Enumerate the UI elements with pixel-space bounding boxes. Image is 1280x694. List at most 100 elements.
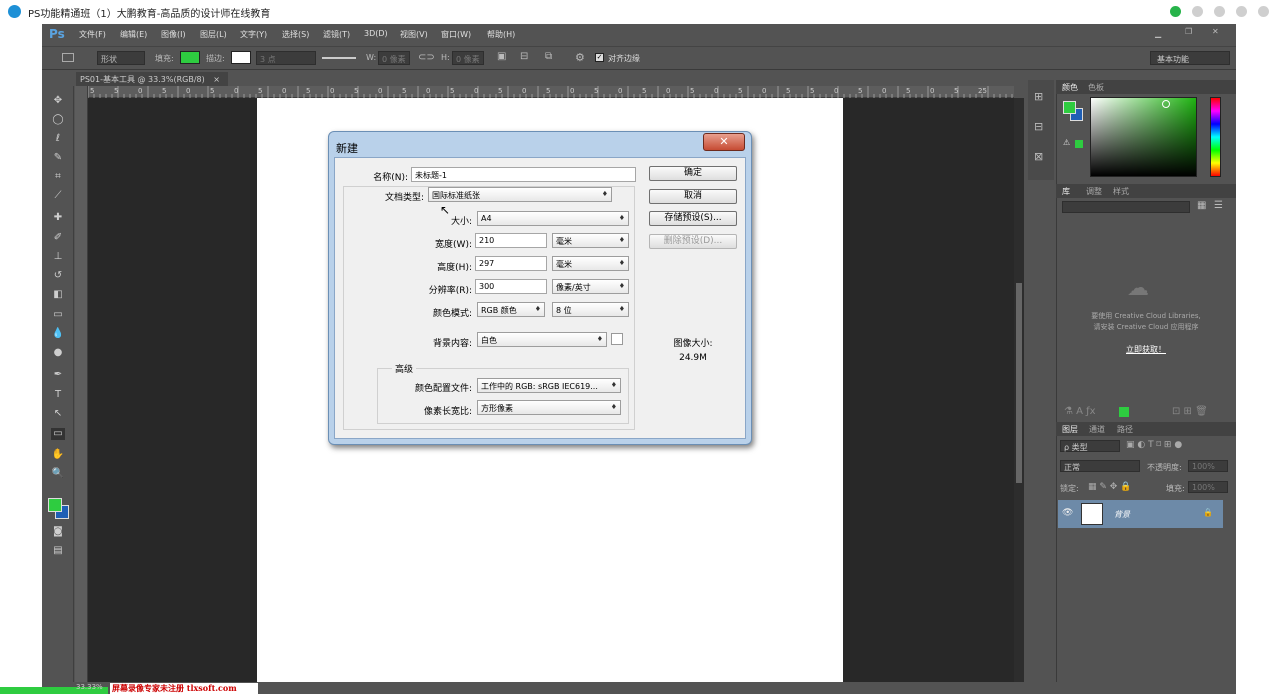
tab-layers[interactable]: 图层 bbox=[1062, 424, 1078, 435]
grid-view-icon[interactable]: ▦ bbox=[1197, 200, 1206, 211]
document-tab[interactable]: PS01-基本工具 @ 33.3%(RGB/8) × bbox=[76, 72, 228, 86]
tab-channels[interactable]: 通道 bbox=[1089, 424, 1105, 435]
height-input[interactable]: 0 像素 bbox=[452, 51, 484, 65]
fill-input[interactable]: 100% bbox=[1188, 481, 1228, 493]
paths-panel-icon[interactable]: ⊠ bbox=[1034, 150, 1043, 163]
link-icon[interactable]: ⊂⊃ bbox=[418, 52, 435, 63]
ok-button[interactable]: 确定 bbox=[649, 166, 737, 181]
library-action-icons[interactable]: ⊡ ⊞ 🗑 bbox=[1172, 406, 1208, 417]
gamut-swatch[interactable] bbox=[1075, 140, 1083, 148]
resolution-unit-select[interactable]: 像素/英寸 bbox=[552, 279, 629, 294]
tab-styles[interactable]: 样式 bbox=[1113, 186, 1129, 197]
color-profile-select[interactable]: 工作中的 RGB: sRGB IEC619... bbox=[477, 378, 621, 393]
menu-filter[interactable]: 滤镜(T) bbox=[323, 29, 350, 40]
path-alignment-icon[interactable]: ⊟ bbox=[520, 51, 528, 62]
properties-panel-icon[interactable]: ⊟ bbox=[1034, 120, 1043, 133]
hue-slider[interactable] bbox=[1210, 97, 1221, 177]
list-view-icon[interactable]: ☰ bbox=[1214, 200, 1223, 211]
zoom-level[interactable]: 33.33% bbox=[76, 683, 103, 691]
width-field[interactable]: 210 bbox=[475, 233, 547, 248]
brush-tool-icon[interactable]: ✐ bbox=[51, 232, 65, 244]
height-unit-select[interactable]: 毫米 bbox=[552, 256, 629, 271]
doctype-select[interactable]: 国际标准纸张 bbox=[428, 187, 612, 202]
menu-help[interactable]: 帮助(H) bbox=[487, 29, 515, 40]
opacity-input[interactable]: 100% bbox=[1188, 460, 1228, 472]
library-bottom-icons[interactable]: ⚗ A ƒx bbox=[1064, 406, 1096, 417]
menu-3d[interactable]: 3D(D) bbox=[364, 29, 388, 38]
delete-preset-button[interactable]: 删除预设(D)... bbox=[649, 234, 737, 249]
healing-brush-tool-icon[interactable]: ✚ bbox=[51, 212, 65, 224]
layer-name[interactable]: 背景 bbox=[1114, 509, 1130, 520]
menu-file[interactable]: 文件(F) bbox=[79, 29, 106, 40]
player-green-icon[interactable] bbox=[1170, 6, 1181, 17]
vertical-scrollbar[interactable] bbox=[1014, 98, 1024, 682]
menu-view[interactable]: 视图(V) bbox=[400, 29, 428, 40]
quick-select-tool-icon[interactable]: ✎ bbox=[51, 152, 65, 164]
fill-swatch[interactable] bbox=[180, 51, 200, 64]
menu-type[interactable]: 文字(Y) bbox=[240, 29, 267, 40]
vertical-scroll-thumb[interactable] bbox=[1016, 283, 1022, 483]
crop-tool-icon[interactable]: ⌗ bbox=[51, 171, 65, 183]
quick-mask-icon[interactable]: ◙ bbox=[51, 526, 65, 538]
menu-edit[interactable]: 编辑(E) bbox=[120, 29, 147, 40]
rectangle-tool-preset-icon[interactable] bbox=[62, 53, 74, 62]
layer-visibility-eye-icon[interactable]: 👁 bbox=[1062, 508, 1073, 518]
pen-tool-icon[interactable]: ✒ bbox=[51, 369, 65, 381]
height-field[interactable]: 297 bbox=[475, 256, 547, 271]
name-input[interactable]: 未标题-1 bbox=[411, 167, 636, 182]
move-tool-icon[interactable]: ✥ bbox=[51, 95, 65, 107]
stroke-swatch[interactable] bbox=[231, 51, 251, 64]
path-select-tool-icon[interactable]: ↖ bbox=[51, 408, 65, 420]
stroke-type-select[interactable] bbox=[322, 57, 356, 59]
rectangle-tool-icon[interactable]: ▭ bbox=[51, 428, 65, 440]
player-skin-icon[interactable] bbox=[1192, 6, 1203, 17]
history-brush-tool-icon[interactable]: ↺ bbox=[51, 270, 65, 282]
gradient-tool-icon[interactable]: ▭ bbox=[51, 309, 65, 321]
blend-mode-select[interactable]: 正常 bbox=[1060, 460, 1140, 472]
menu-window[interactable]: 窗口(W) bbox=[441, 29, 471, 40]
size-select[interactable]: A4 bbox=[477, 211, 629, 226]
screen-mode-icon[interactable]: ▤ bbox=[51, 545, 65, 557]
width-unit-select[interactable]: 毫米 bbox=[552, 233, 629, 248]
width-input[interactable]: 0 像素 bbox=[378, 51, 410, 65]
lock-icons[interactable]: ▦ ✎ ✥ 🔒 bbox=[1088, 482, 1131, 492]
align-edges-checkbox[interactable]: ✓ bbox=[595, 53, 604, 62]
layer-filter-icons[interactable]: ▣ ◐ T ⌑ ⊞ ● bbox=[1126, 440, 1182, 450]
ps-window-min-icon[interactable]: ▁ bbox=[1155, 29, 1161, 38]
tab-adjustments[interactable]: 调整 bbox=[1086, 186, 1102, 197]
zoom-tool-icon[interactable]: 🔍 bbox=[51, 468, 65, 480]
tab-libraries[interactable]: 库 bbox=[1062, 186, 1070, 197]
dodge-tool-icon[interactable]: ● bbox=[51, 347, 65, 359]
color-mode-select[interactable]: RGB 颜色 bbox=[477, 302, 545, 317]
hand-tool-icon[interactable]: ✋ bbox=[51, 449, 65, 461]
player-maximize-icon[interactable] bbox=[1236, 6, 1247, 17]
player-close-icon[interactable] bbox=[1258, 6, 1269, 17]
save-preset-button[interactable]: 存储预设(S)... bbox=[649, 211, 737, 226]
resolution-field[interactable]: 300 bbox=[475, 279, 547, 294]
stamp-tool-icon[interactable]: ⊥ bbox=[51, 251, 65, 263]
marquee-tool-icon[interactable]: ◯ bbox=[51, 114, 65, 126]
path-arrangement-icon[interactable]: ⧉ bbox=[545, 51, 552, 62]
bit-depth-select[interactable]: 8 位 bbox=[552, 302, 629, 317]
gear-icon[interactable]: ⚙ bbox=[575, 51, 585, 64]
stroke-size-input[interactable]: 3 点 bbox=[256, 51, 316, 65]
type-tool-icon[interactable]: T bbox=[51, 389, 65, 401]
layer-kind-filter[interactable]: ρ 类型 bbox=[1060, 440, 1120, 452]
eraser-tool-icon[interactable]: ◧ bbox=[51, 289, 65, 301]
ps-window-restore-icon[interactable]: ❐ bbox=[1185, 27, 1192, 36]
color-picker-field[interactable] bbox=[1090, 97, 1197, 177]
panel-fg-swatch[interactable] bbox=[1063, 101, 1076, 114]
cancel-button[interactable]: 取消 bbox=[649, 189, 737, 204]
library-select[interactable] bbox=[1062, 201, 1190, 213]
tab-paths[interactable]: 路径 bbox=[1117, 424, 1133, 435]
color-picker-cursor[interactable] bbox=[1162, 100, 1170, 108]
lasso-tool-icon[interactable]: ℓ bbox=[51, 133, 65, 145]
foreground-color-swatch[interactable] bbox=[48, 498, 62, 512]
library-color-add[interactable] bbox=[1119, 407, 1129, 417]
ps-window-close-icon[interactable]: ✕ bbox=[1212, 27, 1219, 36]
cc-get-now-link[interactable]: 立即获取！ bbox=[1062, 344, 1230, 355]
background-select[interactable]: 白色 bbox=[477, 332, 607, 347]
layer-row-background[interactable]: 👁 背景 🔒 bbox=[1058, 500, 1223, 528]
blur-tool-icon[interactable]: 💧 bbox=[51, 328, 65, 340]
menu-image[interactable]: 图像(I) bbox=[161, 29, 186, 40]
